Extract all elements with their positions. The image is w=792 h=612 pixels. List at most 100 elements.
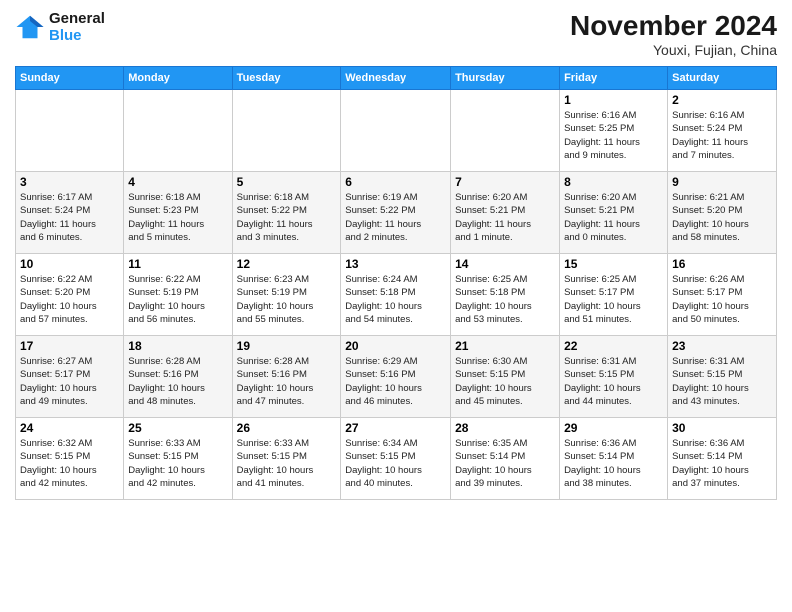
day-number: 21 xyxy=(455,339,555,353)
day-number: 2 xyxy=(672,93,772,107)
calendar-cell: 11 Sunrise: 6:22 AM Sunset: 5:19 PM Dayli… xyxy=(124,254,232,336)
calendar-cell: 21 Sunrise: 6:30 AM Sunset: 5:15 PM Dayli… xyxy=(451,336,560,418)
day-number: 12 xyxy=(237,257,337,271)
day-number: 3 xyxy=(20,175,119,189)
calendar-cell xyxy=(124,90,232,172)
day-info: Sunrise: 6:19 AM Sunset: 5:22 PM Dayligh… xyxy=(345,191,446,244)
day-number: 15 xyxy=(564,257,663,271)
header: General Blue November 2024 Youxi, Fujian… xyxy=(15,10,777,58)
day-info: Sunrise: 6:20 AM Sunset: 5:21 PM Dayligh… xyxy=(455,191,555,244)
day-number: 1 xyxy=(564,93,663,107)
calendar-cell: 20 Sunrise: 6:29 AM Sunset: 5:16 PM Dayli… xyxy=(341,336,451,418)
calendar-cell: 23 Sunrise: 6:31 AM Sunset: 5:15 PM Dayli… xyxy=(668,336,777,418)
calendar-cell xyxy=(341,90,451,172)
calendar-cell: 3 Sunrise: 6:17 AM Sunset: 5:24 PM Daylig… xyxy=(16,172,124,254)
day-number: 13 xyxy=(345,257,446,271)
calendar-cell: 26 Sunrise: 6:33 AM Sunset: 5:15 PM Dayli… xyxy=(232,418,341,500)
calendar-cell: 25Sunrise: 6:33 AM Sunset: 5:15 PM Dayli… xyxy=(124,418,232,500)
calendar-cell: 13 Sunrise: 6:24 AM Sunset: 5:18 PM Dayli… xyxy=(341,254,451,336)
header-friday: Friday xyxy=(560,67,668,90)
title-area: November 2024 Youxi, Fujian, China xyxy=(570,10,777,58)
calendar-cell xyxy=(232,90,341,172)
day-number: 29 xyxy=(564,421,663,435)
day-info: Sunrise: 6:22 AM Sunset: 5:19 PM Dayligh… xyxy=(128,273,227,326)
day-info: Sunrise: 6:36 AM Sunset: 5:14 PM Dayligh… xyxy=(672,437,772,490)
day-number: 18 xyxy=(128,339,227,353)
day-info: Sunrise: 6:31 AM Sunset: 5:15 PM Dayligh… xyxy=(564,355,663,408)
day-info: Sunrise: 6:36 AM Sunset: 5:14 PM Dayligh… xyxy=(564,437,663,490)
day-number: 8 xyxy=(564,175,663,189)
day-number: 24 xyxy=(20,421,119,435)
day-info: Sunrise: 6:18 AM Sunset: 5:23 PM Dayligh… xyxy=(128,191,227,244)
day-number: 19 xyxy=(237,339,337,353)
day-number: 10 xyxy=(20,257,119,271)
calendar: Sunday Monday Tuesday Wednesday Thursday… xyxy=(15,66,777,500)
day-info: Sunrise: 6:33 AM Sunset: 5:15 PM Dayligh… xyxy=(128,437,227,490)
day-info: Sunrise: 6:25 AM Sunset: 5:17 PM Dayligh… xyxy=(564,273,663,326)
day-number: 26 xyxy=(237,421,337,435)
calendar-cell: 17 Sunrise: 6:27 AM Sunset: 5:17 PM Dayli… xyxy=(16,336,124,418)
day-info: Sunrise: 6:22 AM Sunset: 5:20 PM Dayligh… xyxy=(20,273,119,326)
day-info: Sunrise: 6:21 AM Sunset: 5:20 PM Dayligh… xyxy=(672,191,772,244)
day-info: Sunrise: 6:30 AM Sunset: 5:15 PM Dayligh… xyxy=(455,355,555,408)
day-number: 28 xyxy=(455,421,555,435)
logo-icon xyxy=(15,12,45,42)
day-info: Sunrise: 6:24 AM Sunset: 5:18 PM Dayligh… xyxy=(345,273,446,326)
header-saturday: Saturday xyxy=(668,67,777,90)
day-number: 9 xyxy=(672,175,772,189)
day-number: 17 xyxy=(20,339,119,353)
day-number: 20 xyxy=(345,339,446,353)
day-info: Sunrise: 6:33 AM Sunset: 5:15 PM Dayligh… xyxy=(237,437,337,490)
day-info: Sunrise: 6:20 AM Sunset: 5:21 PM Dayligh… xyxy=(564,191,663,244)
day-number: 5 xyxy=(237,175,337,189)
calendar-cell: 9 Sunrise: 6:21 AM Sunset: 5:20 PM Daylig… xyxy=(668,172,777,254)
day-info: Sunrise: 6:25 AM Sunset: 5:18 PM Dayligh… xyxy=(455,273,555,326)
day-number: 30 xyxy=(672,421,772,435)
header-sunday: Sunday xyxy=(16,67,124,90)
day-info: Sunrise: 6:32 AM Sunset: 5:15 PM Dayligh… xyxy=(20,437,119,490)
day-info: Sunrise: 6:28 AM Sunset: 5:16 PM Dayligh… xyxy=(128,355,227,408)
day-info: Sunrise: 6:35 AM Sunset: 5:14 PM Dayligh… xyxy=(455,437,555,490)
header-wednesday: Wednesday xyxy=(341,67,451,90)
day-info: Sunrise: 6:31 AM Sunset: 5:15 PM Dayligh… xyxy=(672,355,772,408)
calendar-cell: 1 Sunrise: 6:16 AM Sunset: 5:25 PM Daylig… xyxy=(560,90,668,172)
day-info: Sunrise: 6:27 AM Sunset: 5:17 PM Dayligh… xyxy=(20,355,119,408)
calendar-cell: 28 Sunrise: 6:35 AM Sunset: 5:14 PM Dayli… xyxy=(451,418,560,500)
header-monday: Monday xyxy=(124,67,232,90)
day-number: 11 xyxy=(128,257,227,271)
calendar-cell: 24 Sunrise: 6:32 AM Sunset: 5:15 PM Dayli… xyxy=(16,418,124,500)
day-number: 6 xyxy=(345,175,446,189)
calendar-cell: 18 Sunrise: 6:28 AM Sunset: 5:16 PM Dayli… xyxy=(124,336,232,418)
day-info: Sunrise: 6:18 AM Sunset: 5:22 PM Dayligh… xyxy=(237,191,337,244)
header-thursday: Thursday xyxy=(451,67,560,90)
calendar-cell: 5 Sunrise: 6:18 AM Sunset: 5:22 PM Daylig… xyxy=(232,172,341,254)
calendar-week-4: 17 Sunrise: 6:27 AM Sunset: 5:17 PM Dayli… xyxy=(16,336,777,418)
calendar-cell: 14 Sunrise: 6:25 AM Sunset: 5:18 PM Dayli… xyxy=(451,254,560,336)
calendar-header-row: Sunday Monday Tuesday Wednesday Thursday… xyxy=(16,67,777,90)
calendar-cell: 10 Sunrise: 6:22 AM Sunset: 5:20 PM Dayli… xyxy=(16,254,124,336)
calendar-cell: 29 Sunrise: 6:36 AM Sunset: 5:14 PM Dayli… xyxy=(560,418,668,500)
calendar-cell: 7Sunrise: 6:20 AM Sunset: 5:21 PM Daylig… xyxy=(451,172,560,254)
calendar-cell: 19Sunrise: 6:28 AM Sunset: 5:16 PM Dayli… xyxy=(232,336,341,418)
calendar-cell: 6 Sunrise: 6:19 AM Sunset: 5:22 PM Daylig… xyxy=(341,172,451,254)
day-number: 4 xyxy=(128,175,227,189)
page-container: General Blue November 2024 Youxi, Fujian… xyxy=(0,0,792,510)
day-info: Sunrise: 6:16 AM Sunset: 5:24 PM Dayligh… xyxy=(672,109,772,162)
calendar-week-5: 24 Sunrise: 6:32 AM Sunset: 5:15 PM Dayli… xyxy=(16,418,777,500)
day-info: Sunrise: 6:34 AM Sunset: 5:15 PM Dayligh… xyxy=(345,437,446,490)
day-info: Sunrise: 6:17 AM Sunset: 5:24 PM Dayligh… xyxy=(20,191,119,244)
day-number: 14 xyxy=(455,257,555,271)
day-info: Sunrise: 6:29 AM Sunset: 5:16 PM Dayligh… xyxy=(345,355,446,408)
day-number: 27 xyxy=(345,421,446,435)
calendar-cell: 8 Sunrise: 6:20 AM Sunset: 5:21 PM Daylig… xyxy=(560,172,668,254)
calendar-cell: 15 Sunrise: 6:25 AM Sunset: 5:17 PM Dayli… xyxy=(560,254,668,336)
day-number: 23 xyxy=(672,339,772,353)
calendar-week-2: 3 Sunrise: 6:17 AM Sunset: 5:24 PM Daylig… xyxy=(16,172,777,254)
day-info: Sunrise: 6:16 AM Sunset: 5:25 PM Dayligh… xyxy=(564,109,663,162)
logo-text: General Blue xyxy=(49,10,105,44)
logo: General Blue xyxy=(15,10,105,44)
calendar-cell: 30 Sunrise: 6:36 AM Sunset: 5:14 PM Dayli… xyxy=(668,418,777,500)
header-tuesday: Tuesday xyxy=(232,67,341,90)
calendar-cell: 16Sunrise: 6:26 AM Sunset: 5:17 PM Dayli… xyxy=(668,254,777,336)
calendar-cell: 12Sunrise: 6:23 AM Sunset: 5:19 PM Dayli… xyxy=(232,254,341,336)
